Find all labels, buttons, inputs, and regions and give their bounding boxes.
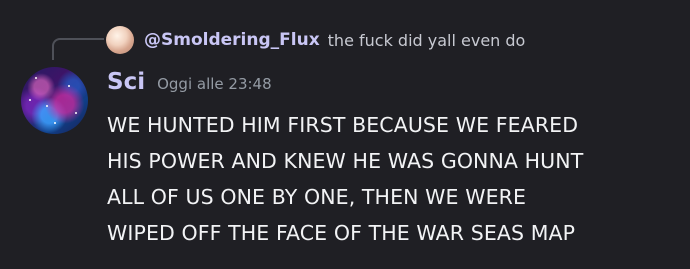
avatar-star [54, 122, 56, 124]
avatar-star [75, 112, 77, 114]
avatar-star [35, 77, 37, 79]
chat-message: @Smoldering_Flux the fuck did yall even … [0, 0, 690, 269]
avatar-star [46, 105, 48, 107]
timestamp[interactable]: Oggi alle 23:48 [157, 75, 272, 93]
username[interactable]: Sci [107, 69, 145, 95]
message-content: WE HUNTED HIM FIRST BECAUSE WE FEARED HI… [107, 107, 677, 251]
message-line: WIPED OFF THE FACE OF THE WAR SEAS MAP [107, 221, 576, 245]
reply-connector [52, 38, 104, 60]
avatar-star [29, 99, 31, 101]
message-line: HIS POWER AND KNEW HE WAS GONNA HUNT [107, 149, 584, 173]
reply-avatar[interactable] [106, 26, 134, 54]
reply-username[interactable]: @Smoldering_Flux [144, 30, 320, 50]
message-line: ALL OF US ONE BY ONE, THEN WE WERE [107, 185, 527, 209]
reply-preview[interactable]: @Smoldering_Flux the fuck did yall even … [106, 24, 525, 56]
avatar[interactable] [21, 67, 88, 134]
message-line: WE HUNTED HIM FIRST BECAUSE WE FEARED [107, 113, 579, 137]
avatar-star [68, 85, 70, 87]
reply-text[interactable]: the fuck did yall even do [328, 31, 526, 50]
message-header: Sci Oggi alle 23:48 [107, 69, 272, 103]
